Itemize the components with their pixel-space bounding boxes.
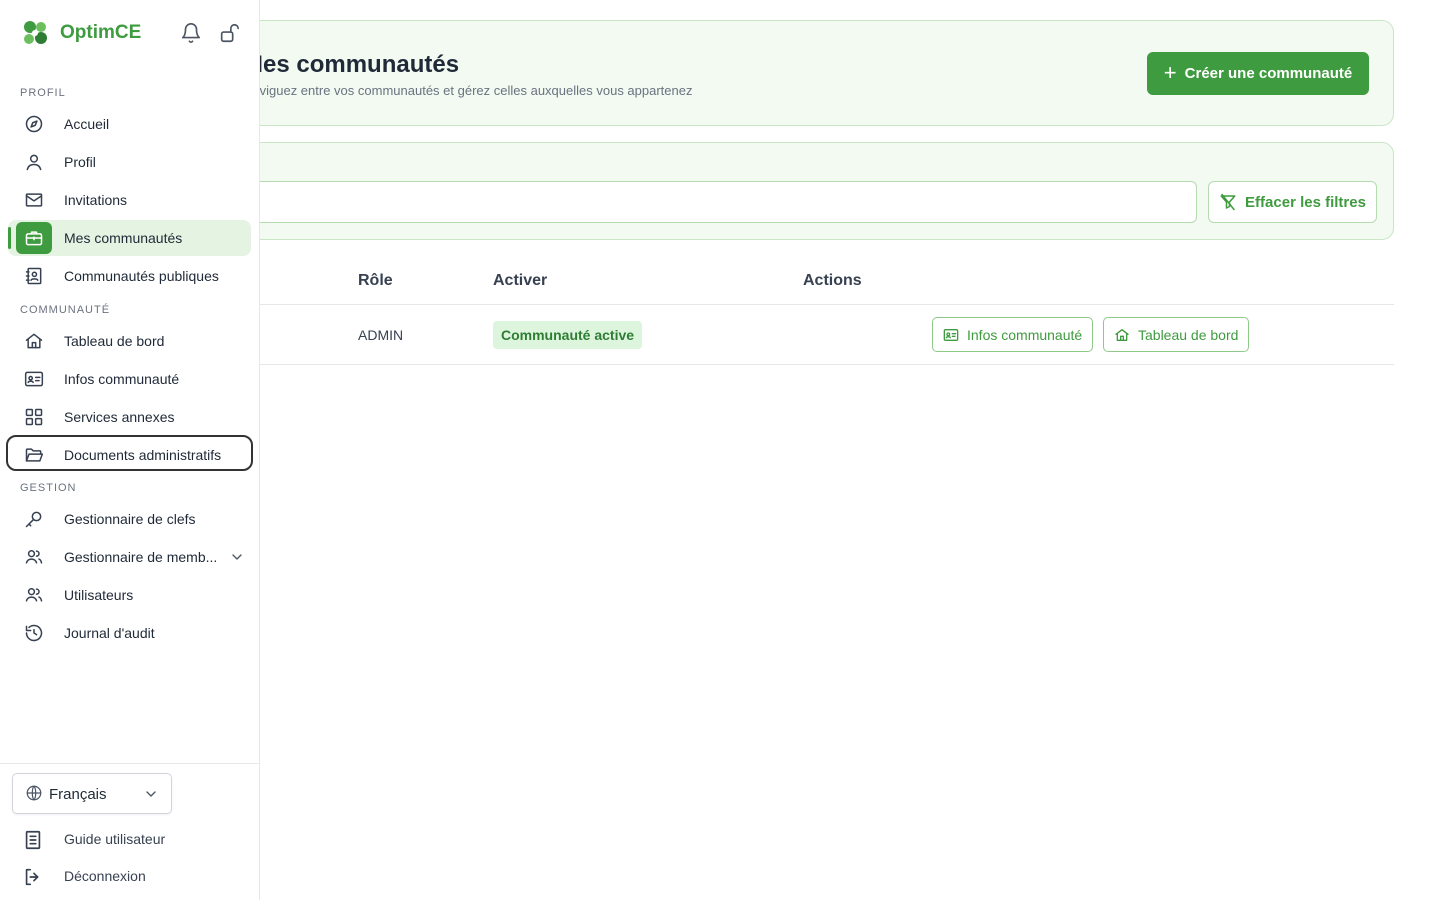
sidebar-item-documents-administratifs[interactable]: Documents administratifs	[6, 435, 253, 471]
history-icon	[25, 624, 43, 642]
sidebar: OptimCE PROFIL Accueil Profil Invitation…	[0, 0, 260, 900]
sidebar-item-utilisateurs[interactable]: Utilisateurs	[8, 577, 251, 613]
sidebar-item-gestionnaire-de-membres[interactable]: Gestionnaire de memb...	[8, 539, 251, 575]
logout-icon	[25, 868, 39, 886]
column-activate: Activer	[493, 272, 548, 289]
users-icon	[25, 550, 43, 564]
sidebar-item-label: Accueil	[64, 116, 110, 132]
create-community-button[interactable]: + Créer une communauté	[1147, 52, 1369, 95]
sidebar-item-accueil[interactable]: Accueil	[8, 106, 251, 142]
filter-clear-icon	[1220, 193, 1236, 211]
section-label-gestion: GESTION	[20, 482, 77, 494]
search-input[interactable]	[221, 181, 1197, 223]
id-card-icon	[24, 371, 44, 387]
sidebar-item-journal-d-audit[interactable]: Journal d'audit	[8, 615, 251, 651]
clover-logo-icon	[24, 21, 47, 44]
sidebar-item-profil[interactable]: Profil	[8, 144, 251, 180]
brand[interactable]: OptimCE	[20, 18, 141, 48]
app-name: OptimCE	[60, 22, 142, 43]
user-guide-link[interactable]: Guide utilisateur	[22, 827, 242, 851]
sidebar-item-services-annexes[interactable]: Services annexes	[8, 399, 251, 435]
section-label-communaute: COMMUNAUTÉ	[20, 304, 111, 316]
sidebar-item-label: Invitations	[64, 192, 128, 208]
home-icon	[25, 333, 43, 349]
create-community-label: Créer une communauté	[1184, 65, 1353, 82]
key-icon	[25, 511, 42, 528]
sidebar-item-gestionnaire-de-clefs[interactable]: Gestionnaire de clefs	[8, 501, 251, 537]
user-icon	[26, 154, 42, 171]
row-role: ADMIN	[358, 327, 404, 343]
user-guide-label: Guide utilisateur	[64, 831, 166, 847]
sidebar-item-tableau-de-bord[interactable]: Tableau de bord	[8, 323, 251, 359]
briefcase-icon	[25, 231, 43, 246]
users-icon	[25, 588, 43, 602]
compass-icon	[25, 115, 43, 133]
sidebar-item-label: Gestionnaire de clefs	[64, 511, 196, 527]
section-label-profil: PROFIL	[20, 87, 66, 99]
communities-table: Rôle Activer Actions ADMIN Communauté ac…	[200, 256, 1394, 365]
sidebar-divider	[0, 763, 259, 764]
logout-label: Déconnexion	[64, 868, 146, 884]
table-header: Rôle Activer Actions	[200, 256, 1394, 305]
book-icon	[25, 830, 41, 850]
sidebar-item-label: Infos communauté	[64, 371, 180, 387]
home-icon	[1115, 328, 1129, 341]
sidebar-item-mes-communautes[interactable]: Mes communautés	[8, 220, 251, 256]
filter-card: Effacer les filtres	[200, 142, 1394, 240]
grid-icon	[25, 408, 43, 426]
id-card-icon	[943, 328, 959, 341]
sidebar-item-label: Profil	[64, 154, 96, 170]
page-title: Mes communautés	[243, 51, 460, 78]
sidebar-item-label: Communautés publiques	[64, 268, 219, 284]
mail-icon	[25, 193, 43, 207]
column-actions: Actions	[803, 272, 862, 289]
page-header-card: Mes communautés Naviguez entre vos commu…	[200, 20, 1394, 126]
sidebar-item-label: Services annexes	[64, 409, 175, 425]
folder-open-icon	[25, 448, 44, 462]
sidebar-item-label: Tableau de bord	[64, 333, 165, 349]
language-value: Français	[49, 786, 107, 803]
community-info-button[interactable]: Infos communauté	[932, 317, 1094, 352]
table-row: ADMIN Communauté active Infos communauté…	[200, 305, 1394, 365]
status-badge: Communauté active	[493, 321, 643, 349]
dashboard-label: Tableau de bord	[1138, 326, 1239, 343]
plus-icon: +	[1163, 59, 1177, 85]
sidebar-item-label: Journal d'audit	[64, 625, 155, 641]
clear-filters-button[interactable]: Effacer les filtres	[1208, 181, 1377, 223]
chevron-down-icon[interactable]	[229, 549, 245, 565]
clear-filters-label: Effacer les filtres	[1245, 193, 1366, 211]
column-role: Rôle	[358, 272, 393, 289]
sidebar-item-infos-communaute[interactable]: Infos communauté	[8, 361, 251, 397]
dashboard-button[interactable]: Tableau de bord	[1103, 317, 1250, 352]
community-info-label: Infos communauté	[967, 326, 1083, 343]
sidebar-item-label: Mes communautés	[64, 230, 183, 246]
page-subtitle: Naviguez entre vos communautés et gérez …	[243, 83, 693, 98]
active-indicator	[8, 227, 11, 249]
globe-icon	[26, 785, 42, 801]
logout-link[interactable]: Déconnexion	[22, 864, 242, 888]
unlock-icon[interactable]	[218, 22, 240, 44]
bell-icon[interactable]	[180, 22, 202, 44]
chevron-down-icon	[146, 791, 156, 797]
sidebar-item-label: Gestionnaire de memb...	[64, 549, 218, 565]
sidebar-item-label: Utilisateurs	[64, 587, 134, 603]
sidebar-item-communautes-publiques[interactable]: Communautés publiques	[8, 258, 251, 294]
sidebar-item-label: Documents administratifs	[64, 447, 222, 463]
sidebar-item-invitations[interactable]: Invitations	[8, 182, 251, 218]
contact-book-icon	[25, 267, 42, 285]
language-select[interactable]: Français	[12, 773, 172, 814]
